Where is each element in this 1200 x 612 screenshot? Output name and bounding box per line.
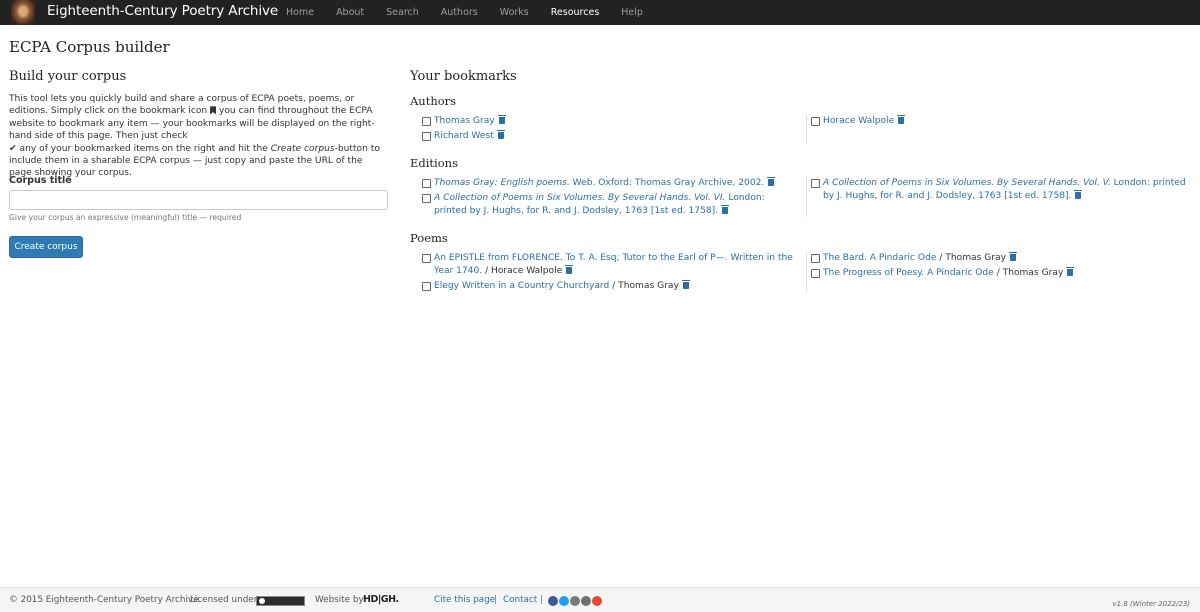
edition-link[interactable]: Thomas Gray: English poems. Web. Oxford:… xyxy=(434,178,764,188)
build-corpus-heading: Build your corpus xyxy=(9,69,127,84)
hdigh-logo[interactable]: HD|GH. xyxy=(363,594,399,605)
bookmark-author-item: Horace Walpole xyxy=(811,115,1186,128)
poems-left-column: An EPISTLE from FLORENCE. To T. A. Esq; … xyxy=(422,252,802,295)
bookmark-checkbox[interactable] xyxy=(811,117,820,126)
bookmark-author-item: Thomas Gray xyxy=(422,115,802,128)
intro-part-3: any of your bookmarked items on the righ… xyxy=(19,143,268,154)
bookmark-edition-item: A Collection of Poems in Six Volumes. By… xyxy=(811,177,1186,203)
trash-icon[interactable] xyxy=(897,115,906,124)
authors-right-column: Horace Walpole xyxy=(806,115,1186,143)
bookmark-checkbox[interactable] xyxy=(811,269,820,278)
edition-imprint: Web. Oxford: Thomas Gray Archive, 2002. xyxy=(569,178,765,188)
bookmark-checkbox[interactable] xyxy=(422,132,431,141)
poem-author: / Thomas Gray xyxy=(936,253,1006,263)
bookmark-poem-item: The Bard. A Pindaric Ode / Thomas Gray xyxy=(811,252,1186,265)
reddit-icon[interactable] xyxy=(570,596,580,606)
nav-works[interactable]: Works xyxy=(489,0,540,25)
poem-author: / Thomas Gray xyxy=(993,268,1064,278)
bookmark-checkbox[interactable] xyxy=(811,254,820,263)
twitter-icon[interactable] xyxy=(559,596,569,606)
bookmark-checkbox[interactable] xyxy=(422,194,431,203)
check-icon: ✔ xyxy=(9,143,17,154)
navbar: Eighteenth-Century Poetry Archive Home A… xyxy=(0,0,1200,25)
bookmark-checkbox[interactable] xyxy=(422,282,431,291)
footer-website-by: Website by xyxy=(315,595,364,605)
corpus-title-label: Corpus title xyxy=(9,175,72,186)
cite-page-link[interactable]: Cite this page xyxy=(434,595,495,605)
poem-author: / Thomas Gray xyxy=(609,281,679,291)
trash-icon[interactable] xyxy=(496,130,505,139)
cc-by-sa-license-badge[interactable] xyxy=(256,596,305,606)
trash-icon[interactable] xyxy=(497,115,506,124)
bookmark-edition-item: A Collection of Poems in Six Volumes. By… xyxy=(422,192,800,218)
footer: © 2015 Eighteenth-Century Poetry Archive… xyxy=(0,587,1200,612)
editions-left-column: Thomas Gray: English poems. Web. Oxford:… xyxy=(422,177,800,220)
share-plus-icon[interactable] xyxy=(592,596,602,606)
footer-licensed: Licensed under xyxy=(190,595,258,605)
intro-create-corpus-em: Create corpus xyxy=(270,143,335,154)
bookmark-icon xyxy=(210,106,217,115)
poem-link[interactable]: The Bard. A Pindaric Ode xyxy=(823,253,936,263)
poems-right-column: The Bard. A Pindaric Ode / Thomas Gray T… xyxy=(806,252,1186,292)
create-corpus-button[interactable]: Create corpus xyxy=(9,236,83,258)
page-title: ECPA Corpus builder xyxy=(9,38,170,56)
email-icon[interactable] xyxy=(581,596,591,606)
edition-title: Thomas Gray: English poems. xyxy=(434,178,570,188)
nav-about[interactable]: About xyxy=(325,0,375,25)
trash-icon[interactable] xyxy=(1009,252,1017,261)
corpus-title-input[interactable] xyxy=(9,190,388,210)
poem-link[interactable]: The Progress of Poesy. A Pindaric Ode xyxy=(823,268,994,278)
edition-link[interactable]: A Collection of Poems in Six Volumes. By… xyxy=(434,193,765,216)
poem-author: / Horace Walpole xyxy=(482,266,563,276)
bookmark-poem-item: The Progress of Poesy. A Pindaric Ode / … xyxy=(811,267,1186,280)
social-icons xyxy=(548,596,602,606)
author-link[interactable]: Horace Walpole xyxy=(823,116,894,126)
nav-links: Home About Search Authors Works Resource… xyxy=(275,0,654,25)
author-link[interactable]: Richard West xyxy=(434,131,494,141)
bookmark-edition-item: Thomas Gray: English poems. Web. Oxford:… xyxy=(422,177,800,190)
nav-home[interactable]: Home xyxy=(275,0,325,25)
contact-link[interactable]: Contact xyxy=(503,595,537,605)
bookmark-checkbox[interactable] xyxy=(422,117,431,126)
bookmark-author-item: Richard West xyxy=(422,130,802,143)
facebook-icon[interactable] xyxy=(548,596,558,606)
bookmark-checkbox[interactable] xyxy=(811,179,820,188)
poems-heading: Poems xyxy=(410,231,448,245)
authors-left-column: Thomas Gray Richard West xyxy=(422,115,802,145)
version-label: v1.8 (Winter 2022/23) xyxy=(1112,600,1191,608)
brand-title[interactable]: Eighteenth-Century Poetry Archive xyxy=(47,3,278,19)
corpus-title-help: Give your corpus an expressive (meaningf… xyxy=(9,213,242,222)
footer-separator: | xyxy=(494,595,497,605)
bookmarks-heading: Your bookmarks xyxy=(410,69,517,84)
edition-link[interactable]: A Collection of Poems in Six Volumes. By… xyxy=(823,178,1186,201)
nav-resources[interactable]: Resources xyxy=(540,0,611,25)
trash-icon[interactable] xyxy=(1066,267,1075,276)
footer-copyright: © 2015 Eighteenth-Century Poetry Archive… xyxy=(9,595,202,605)
archive-logo-portrait[interactable] xyxy=(11,0,35,25)
trash-icon[interactable] xyxy=(767,177,776,186)
bookmark-checkbox[interactable] xyxy=(422,254,431,263)
editions-heading: Editions xyxy=(410,156,458,170)
trash-icon[interactable] xyxy=(721,205,730,214)
editions-right-column: A Collection of Poems in Six Volumes. By… xyxy=(806,177,1186,217)
footer-separator: | xyxy=(540,595,543,605)
authors-heading: Authors xyxy=(410,94,457,108)
bookmark-poem-item: Elegy Written in a Country Churchyard / … xyxy=(422,280,802,293)
edition-title: A Collection of Poems in Six Volumes. By… xyxy=(434,193,726,203)
author-link[interactable]: Thomas Gray xyxy=(434,116,495,126)
trash-icon[interactable] xyxy=(681,280,690,289)
trash-icon[interactable] xyxy=(565,265,574,274)
nav-authors[interactable]: Authors xyxy=(430,0,489,25)
edition-title: A Collection of Poems in Six Volumes. By… xyxy=(823,178,1111,188)
nav-search[interactable]: Search xyxy=(375,0,430,25)
nav-help[interactable]: Help xyxy=(610,0,654,25)
trash-icon[interactable] xyxy=(1074,190,1083,199)
intro-text: This tool lets you quickly build and sha… xyxy=(9,93,387,180)
bookmark-poem-item: An EPISTLE from FLORENCE. To T. A. Esq; … xyxy=(422,252,802,278)
bookmark-checkbox[interactable] xyxy=(422,179,431,188)
poem-link[interactable]: Elegy Written in a Country Churchyard xyxy=(434,281,609,291)
